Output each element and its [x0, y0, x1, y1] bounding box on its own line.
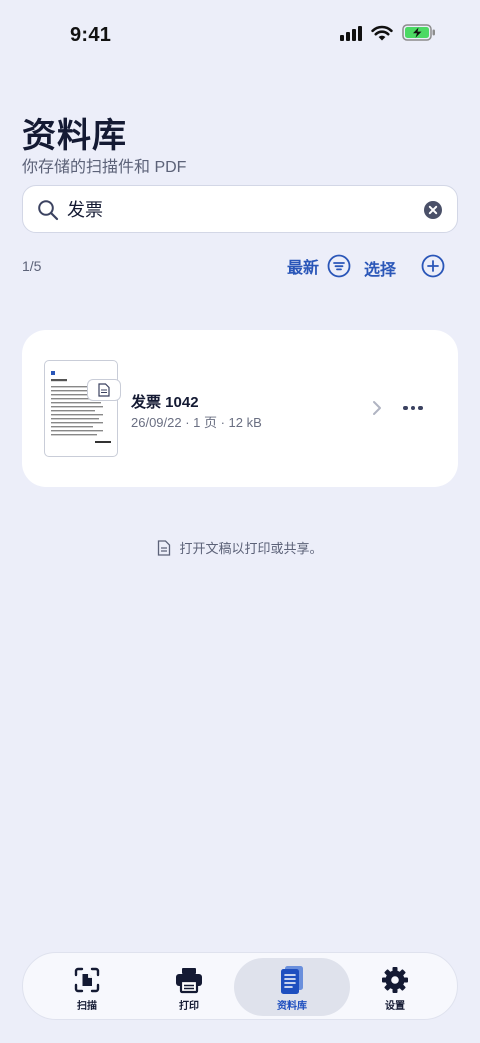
tab-print[interactable]: 打印 [131, 953, 247, 1021]
status-icons [340, 24, 436, 41]
battery-charging-icon [402, 24, 435, 41]
search-icon [38, 200, 59, 221]
sort-label: 最新 [287, 260, 320, 277]
library-icon [281, 966, 303, 994]
tab-label: 设置 [385, 1001, 405, 1012]
sort-button[interactable]: 最新 [287, 254, 351, 278]
document-thumbnail [44, 360, 121, 457]
tab-scan[interactable]: 扫描 [29, 953, 145, 1021]
document-card[interactable]: 发票 1042 26/09/22 · 1 页 · 12 kB [22, 330, 458, 487]
page-title: 资料库 [22, 117, 127, 155]
gear-icon [382, 967, 408, 993]
search-input[interactable] [67, 186, 427, 232]
tab-settings[interactable]: 设置 [337, 953, 453, 1021]
tab-label: 扫描 [77, 1001, 97, 1012]
scan-icon [74, 967, 100, 993]
document-icon [158, 539, 171, 556]
hint-text: 打开文稿以打印或共享。 [179, 541, 323, 556]
add-icon[interactable] [421, 254, 445, 278]
printer-icon [176, 968, 202, 994]
page-subtitle: 你存储的扫描件和 PDF [22, 159, 187, 176]
status-time: 9:41 [70, 24, 112, 46]
more-options-icon[interactable] [400, 399, 426, 417]
clear-search-icon[interactable] [423, 200, 443, 220]
pdf-badge [87, 379, 121, 401]
filter-icon [327, 254, 351, 278]
tab-label: 打印 [179, 1001, 199, 1012]
select-button[interactable]: 选择 [364, 256, 396, 280]
search-box[interactable] [22, 185, 458, 233]
status-bar: 9:41 [0, 0, 480, 70]
result-count: 1/5 [22, 258, 42, 274]
tab-label: 资料库 [277, 1001, 307, 1012]
tab-bar: 扫描 打印 资料库 设置 [22, 952, 458, 1020]
document-name: 发票 1042 [131, 394, 199, 411]
hint: 打开文稿以打印或共享。 [0, 538, 480, 557]
wifi-icon [371, 25, 393, 40]
tab-library[interactable]: 资料库 [234, 958, 350, 1016]
chevron-right-icon [373, 401, 381, 415]
document-meta: 26/09/22 · 1 页 · 12 kB [131, 415, 262, 430]
cellular-signal-icon [340, 25, 362, 41]
document-icon [98, 383, 110, 397]
